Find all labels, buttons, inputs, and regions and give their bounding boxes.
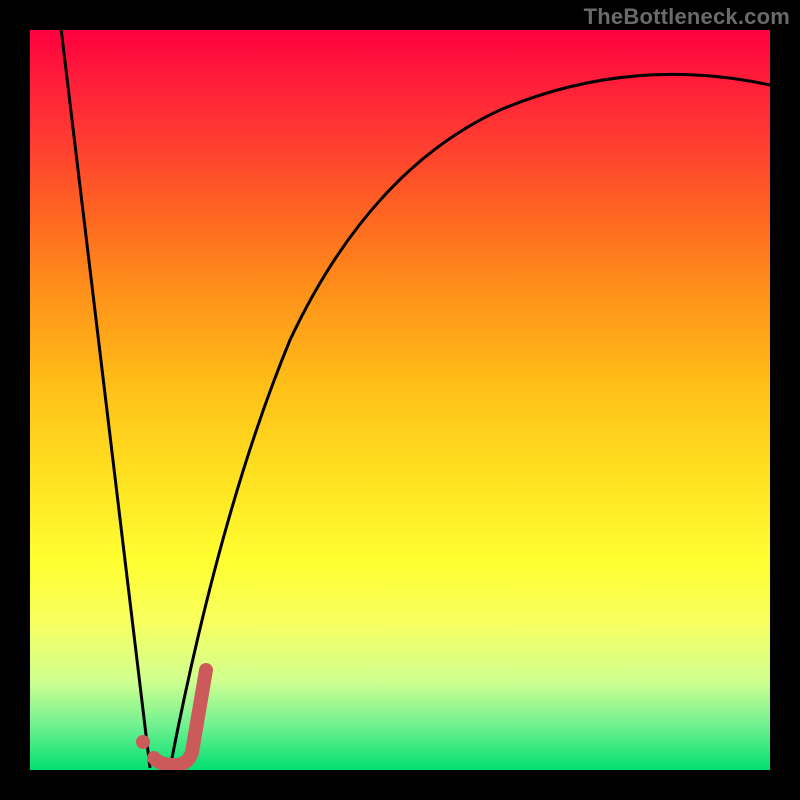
plot-area [30,30,770,770]
brand-watermark: TheBottleneck.com [584,4,790,30]
marker-dot [136,735,150,749]
curves-layer [30,30,770,770]
left-slope-line [60,30,150,768]
chart-frame: TheBottleneck.com [0,0,800,800]
right-curve-line [170,74,770,768]
